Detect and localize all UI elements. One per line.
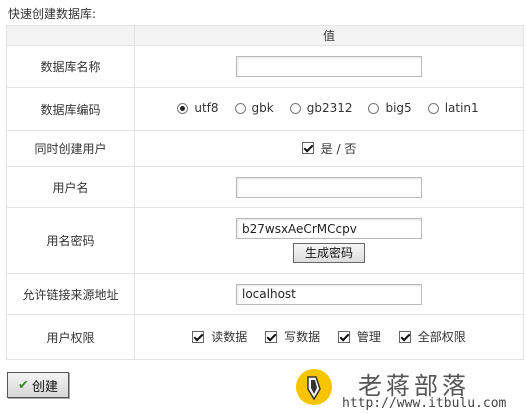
header-value-col: 值 xyxy=(134,25,524,46)
privilege-admin[interactable]: 管理 xyxy=(337,328,381,345)
header-label-col xyxy=(6,25,135,46)
radio-label-utf8: utf8 xyxy=(194,101,219,116)
privileges-label: 用户权限 xyxy=(6,314,135,360)
row-db-name: 数据库名称 xyxy=(6,45,524,88)
radio-latin1[interactable]: latin1 xyxy=(427,101,479,116)
password-label: 用名密码 xyxy=(6,207,135,274)
db-name-label: 数据库名称 xyxy=(6,45,135,88)
generate-password-button[interactable]: 生成密码 xyxy=(293,243,365,263)
row-db-encoding: 数据库编码 utf8 gbk gb2312 big5 latin1 xyxy=(6,87,524,131)
radio-dot[interactable] xyxy=(427,102,439,114)
radio-gbk[interactable]: gbk xyxy=(234,101,274,116)
create-user-yes-no: 是 / 否 xyxy=(320,141,357,156)
radio-dot[interactable] xyxy=(289,102,301,114)
allowed-host-label: 允许链接来源地址 xyxy=(6,273,135,315)
db-encoding-label: 数据库编码 xyxy=(6,87,135,131)
privilege-checkbox[interactable] xyxy=(192,330,205,343)
radio-dot-selected[interactable] xyxy=(177,102,189,114)
checkmark-icon: ✔ xyxy=(18,377,29,393)
radio-label-latin1: latin1 xyxy=(444,101,479,116)
password-input[interactable] xyxy=(236,218,422,239)
create-user-label: 同时创建用户 xyxy=(6,130,135,167)
radio-dot[interactable] xyxy=(234,102,246,114)
row-allowed-host: 允许链接来源地址 xyxy=(6,273,524,315)
table-header-row: 值 xyxy=(6,25,524,46)
create-button[interactable]: ✔ 创建 xyxy=(7,372,69,398)
privilege-label-admin: 管理 xyxy=(356,330,381,345)
section-title: 快速创建数据库: xyxy=(8,7,97,21)
db-name-input[interactable] xyxy=(236,56,422,77)
allowed-host-input[interactable] xyxy=(236,283,422,305)
row-username: 用户名 xyxy=(6,166,524,208)
privilege-checkbox[interactable] xyxy=(337,330,350,343)
create-button-label: 创建 xyxy=(31,379,58,395)
username-label: 用户名 xyxy=(6,166,135,208)
create-database-form: 值 数据库名称 数据库编码 utf8 gbk gb2312 big5 latin… xyxy=(6,25,524,360)
radio-big5[interactable]: big5 xyxy=(368,101,412,116)
radio-label-gb2312: gb2312 xyxy=(306,101,353,116)
radio-utf8[interactable]: utf8 xyxy=(177,101,219,116)
privilege-checkbox[interactable] xyxy=(398,330,411,343)
privilege-all[interactable]: 全部权限 xyxy=(398,328,466,345)
radio-gb2312[interactable]: gb2312 xyxy=(289,101,353,116)
radio-label-gbk: gbk xyxy=(251,101,274,116)
privilege-label-write: 写数据 xyxy=(284,330,321,345)
watermark-url: http://www.itbulu.com xyxy=(342,396,507,411)
row-privileges: 用户权限 读数据 写数据 管理 全部权限 xyxy=(6,314,524,360)
radio-dot[interactable] xyxy=(368,102,380,114)
row-password: 用名密码 生成密码 xyxy=(6,207,524,274)
privilege-label-read: 读数据 xyxy=(211,330,248,345)
create-user-toggle[interactable]: 是 / 否 xyxy=(301,140,357,157)
privilege-label-all: 全部权限 xyxy=(417,330,466,345)
privilege-read[interactable]: 读数据 xyxy=(192,328,247,345)
row-create-user: 同时创建用户 是 / 否 xyxy=(6,130,524,167)
watermark-logo-icon xyxy=(296,369,332,405)
watermark: 老蒋部落 http://www.itbulu.com xyxy=(296,366,522,412)
username-input[interactable] xyxy=(236,176,422,198)
privilege-checkbox[interactable] xyxy=(265,330,278,343)
radio-label-big5: big5 xyxy=(385,101,412,116)
encoding-radio-group: utf8 gbk gb2312 big5 latin1 xyxy=(170,101,487,115)
create-user-checkbox[interactable] xyxy=(301,142,314,155)
privilege-write[interactable]: 写数据 xyxy=(265,328,320,345)
